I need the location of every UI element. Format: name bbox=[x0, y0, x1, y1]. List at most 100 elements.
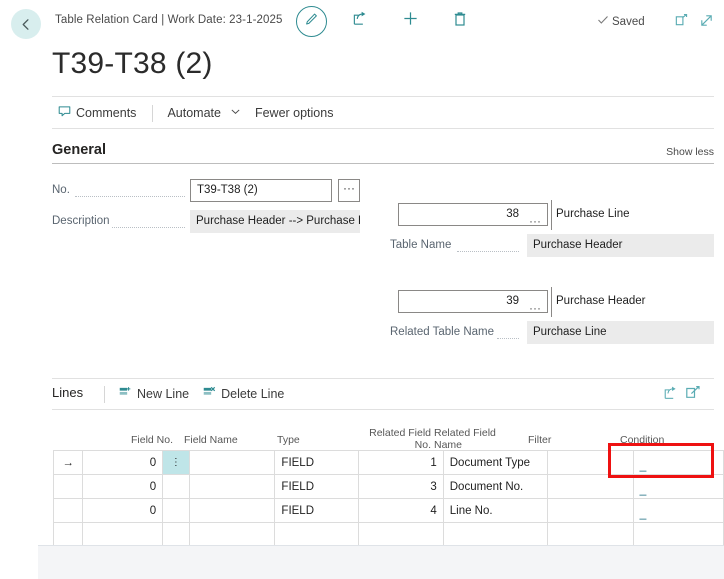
cell-type[interactable]: FIELD bbox=[274, 474, 360, 499]
lines-divider-top bbox=[52, 378, 714, 379]
lines-action-bar: New Line Delete Line bbox=[96, 384, 292, 404]
new-line-button[interactable]: New Line bbox=[113, 384, 197, 404]
table-no-lookup-button[interactable]: ··· bbox=[529, 215, 541, 227]
row-indicator bbox=[52, 522, 84, 547]
row-menu-cell[interactable] bbox=[162, 522, 190, 547]
condition-value: _ bbox=[639, 505, 647, 520]
edit-in-excel-button[interactable] bbox=[685, 385, 701, 406]
delete-button[interactable] bbox=[447, 8, 473, 34]
check-icon bbox=[597, 14, 609, 29]
save-status-label: Saved bbox=[612, 15, 645, 28]
back-button[interactable] bbox=[11, 9, 41, 39]
cell-related-field-name[interactable]: Line No. bbox=[442, 498, 548, 523]
comment-bubble-icon bbox=[58, 105, 71, 121]
open-new-window-button[interactable] bbox=[668, 10, 694, 36]
cell-condition[interactable]: _ bbox=[632, 450, 724, 475]
cell-filter[interactable] bbox=[546, 474, 634, 499]
new-button[interactable] bbox=[397, 8, 423, 34]
expand-diagonal-icon bbox=[699, 13, 714, 33]
table-name-label-leader bbox=[457, 239, 519, 252]
cell-type[interactable]: FIELD bbox=[274, 450, 360, 475]
page-title: T39-T38 (2) bbox=[52, 47, 213, 80]
vertical-dots-icon[interactable]: ⋮ bbox=[162, 450, 190, 475]
cell-filter[interactable] bbox=[546, 498, 634, 523]
comments-button[interactable]: Comments bbox=[52, 103, 144, 123]
cell-type[interactable] bbox=[274, 522, 360, 547]
cell-field-no[interactable]: 0 bbox=[82, 450, 164, 475]
cell-condition[interactable]: _ bbox=[632, 498, 724, 523]
expand-button[interactable] bbox=[693, 10, 719, 36]
general-divider bbox=[52, 163, 714, 164]
cell-condition[interactable] bbox=[632, 522, 724, 547]
related-table-no-input[interactable]: 39 bbox=[398, 290, 548, 313]
cell-related-field-name[interactable] bbox=[442, 522, 548, 547]
save-status: Saved bbox=[597, 14, 645, 29]
show-less-button[interactable]: Show less bbox=[666, 146, 714, 158]
related-table-no-lookup-button[interactable]: ··· bbox=[529, 302, 541, 314]
fewer-options-label: Fewer options bbox=[254, 106, 334, 120]
cell-related-field-no[interactable]: 4 bbox=[358, 498, 444, 523]
cell-field-no[interactable] bbox=[82, 522, 164, 547]
automate-label: Automate bbox=[167, 106, 221, 120]
no-lookup-button[interactable]: ··· bbox=[338, 179, 360, 202]
cell-field-name[interactable] bbox=[188, 522, 276, 547]
table-name-label: Table Name bbox=[390, 239, 452, 251]
cell-related-field-no[interactable] bbox=[358, 522, 444, 547]
cell-field-no[interactable]: 0 bbox=[82, 474, 164, 499]
related-table-no-divider bbox=[551, 287, 552, 317]
row-indicator bbox=[52, 498, 84, 523]
new-line-icon bbox=[119, 386, 132, 402]
cell-condition[interactable]: _ bbox=[632, 474, 724, 499]
footer-band bbox=[38, 545, 724, 579]
table-row[interactable]: 0 FIELD 4 Line No. _ bbox=[52, 498, 724, 523]
actionbar-divider bbox=[52, 128, 714, 129]
row-menu-cell[interactable] bbox=[162, 498, 190, 523]
lines-grid-body: → 0 ⋮ FIELD 1 Document Type _ 0 FIELD 3 … bbox=[52, 450, 724, 547]
cell-related-field-name[interactable]: Document Type bbox=[442, 450, 548, 475]
action-separator bbox=[152, 104, 154, 122]
row-indicator: → bbox=[52, 450, 84, 475]
cell-filter[interactable] bbox=[546, 450, 634, 475]
lines-section-title: Lines bbox=[52, 385, 84, 400]
automate-menu[interactable]: Automate bbox=[161, 104, 249, 122]
plus-icon bbox=[402, 10, 419, 32]
col-header-field-name: Field Name bbox=[184, 434, 238, 446]
cell-type[interactable]: FIELD bbox=[274, 498, 360, 523]
row-menu-cell[interactable] bbox=[162, 474, 190, 499]
table-name-value: Purchase Header bbox=[527, 234, 714, 257]
cell-field-name[interactable] bbox=[188, 474, 276, 499]
lines-share-button[interactable] bbox=[663, 385, 679, 406]
table-row[interactable] bbox=[52, 522, 724, 547]
col-header-related-field-name-line1: Related Field bbox=[434, 427, 496, 439]
edit-button[interactable] bbox=[296, 6, 327, 37]
cell-related-field-name[interactable]: Document No. bbox=[442, 474, 548, 499]
arrow-left-icon bbox=[19, 17, 34, 32]
related-table-no-side-caption: Purchase Header bbox=[556, 295, 646, 307]
description-label: Description bbox=[52, 215, 110, 227]
no-input[interactable]: T39-T38 (2) bbox=[190, 179, 332, 202]
table-row[interactable]: → 0 ⋮ FIELD 1 Document Type _ bbox=[52, 450, 724, 475]
lines-action-separator bbox=[104, 385, 105, 403]
table-row[interactable]: 0 FIELD 3 Document No. _ bbox=[52, 474, 724, 499]
share-icon bbox=[663, 386, 679, 405]
comments-label: Comments bbox=[76, 106, 137, 120]
table-no-input[interactable]: 38 bbox=[398, 203, 548, 226]
delete-line-label: Delete Line bbox=[221, 387, 285, 401]
lines-divider-bottom bbox=[52, 409, 714, 410]
title-divider bbox=[52, 96, 714, 97]
cell-related-field-no[interactable]: 1 bbox=[358, 450, 444, 475]
share-button[interactable] bbox=[347, 8, 373, 34]
delete-line-button[interactable]: Delete Line bbox=[197, 384, 292, 404]
cell-field-no[interactable]: 0 bbox=[82, 498, 164, 523]
fewer-options-button[interactable]: Fewer options bbox=[249, 104, 342, 122]
general-section-title: General bbox=[52, 142, 106, 158]
chevron-down-icon bbox=[230, 106, 241, 120]
cell-filter[interactable] bbox=[546, 522, 634, 547]
col-header-filter: Filter bbox=[528, 434, 552, 446]
cell-related-field-no[interactable]: 3 bbox=[358, 474, 444, 499]
trash-icon bbox=[452, 11, 468, 32]
cell-field-name[interactable] bbox=[188, 498, 276, 523]
cell-field-name[interactable] bbox=[188, 450, 276, 475]
top-toolbar: Table Relation Card | Work Date: 23-1-20… bbox=[0, 0, 724, 39]
condition-value: _ bbox=[639, 457, 647, 472]
